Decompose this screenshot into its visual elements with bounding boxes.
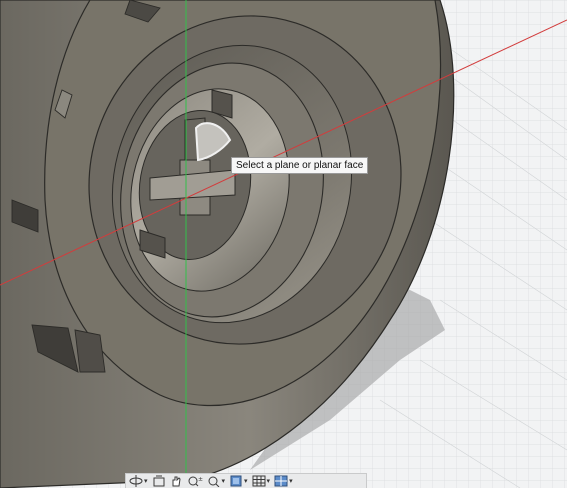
orbit-button[interactable]: ▾ <box>128 474 149 488</box>
grid-settings-dropdown-icon[interactable]: ▾ <box>267 477 271 485</box>
viewports-button[interactable]: ▾ <box>273 474 294 488</box>
zoom-icon: ± <box>188 476 203 487</box>
pan-button[interactable] <box>169 474 184 488</box>
viewports-dropdown-icon[interactable]: ▾ <box>289 477 293 485</box>
orbit-icon <box>129 475 143 487</box>
selection-tooltip: Select a plane or planar face <box>231 157 369 174</box>
display-settings-dropdown-icon[interactable]: ▾ <box>244 477 248 485</box>
3d-viewport[interactable]: Select a plane or planar face <box>0 0 567 488</box>
zoom-button[interactable]: ± <box>186 474 204 488</box>
scene-canvas[interactable] <box>0 0 567 488</box>
navigation-bar: ▾ ± ▾ ▾ ▾ ▾ <box>125 473 367 488</box>
viewports-icon <box>274 475 288 487</box>
display-settings-button[interactable]: ▾ <box>228 474 249 488</box>
grid-settings-icon <box>252 475 266 487</box>
look-at-icon <box>153 475 165 487</box>
svg-text:±: ± <box>198 476 203 483</box>
fit-icon <box>208 476 219 487</box>
fit-button[interactable]: ▾ <box>206 474 227 488</box>
fit-dropdown-icon[interactable]: ▾ <box>222 477 226 485</box>
pan-icon <box>172 476 181 487</box>
look-at-button[interactable] <box>151 474 167 488</box>
orbit-dropdown-icon[interactable]: ▾ <box>144 477 148 485</box>
display-settings-icon <box>230 475 242 487</box>
grid-settings-button[interactable]: ▾ <box>251 474 272 488</box>
